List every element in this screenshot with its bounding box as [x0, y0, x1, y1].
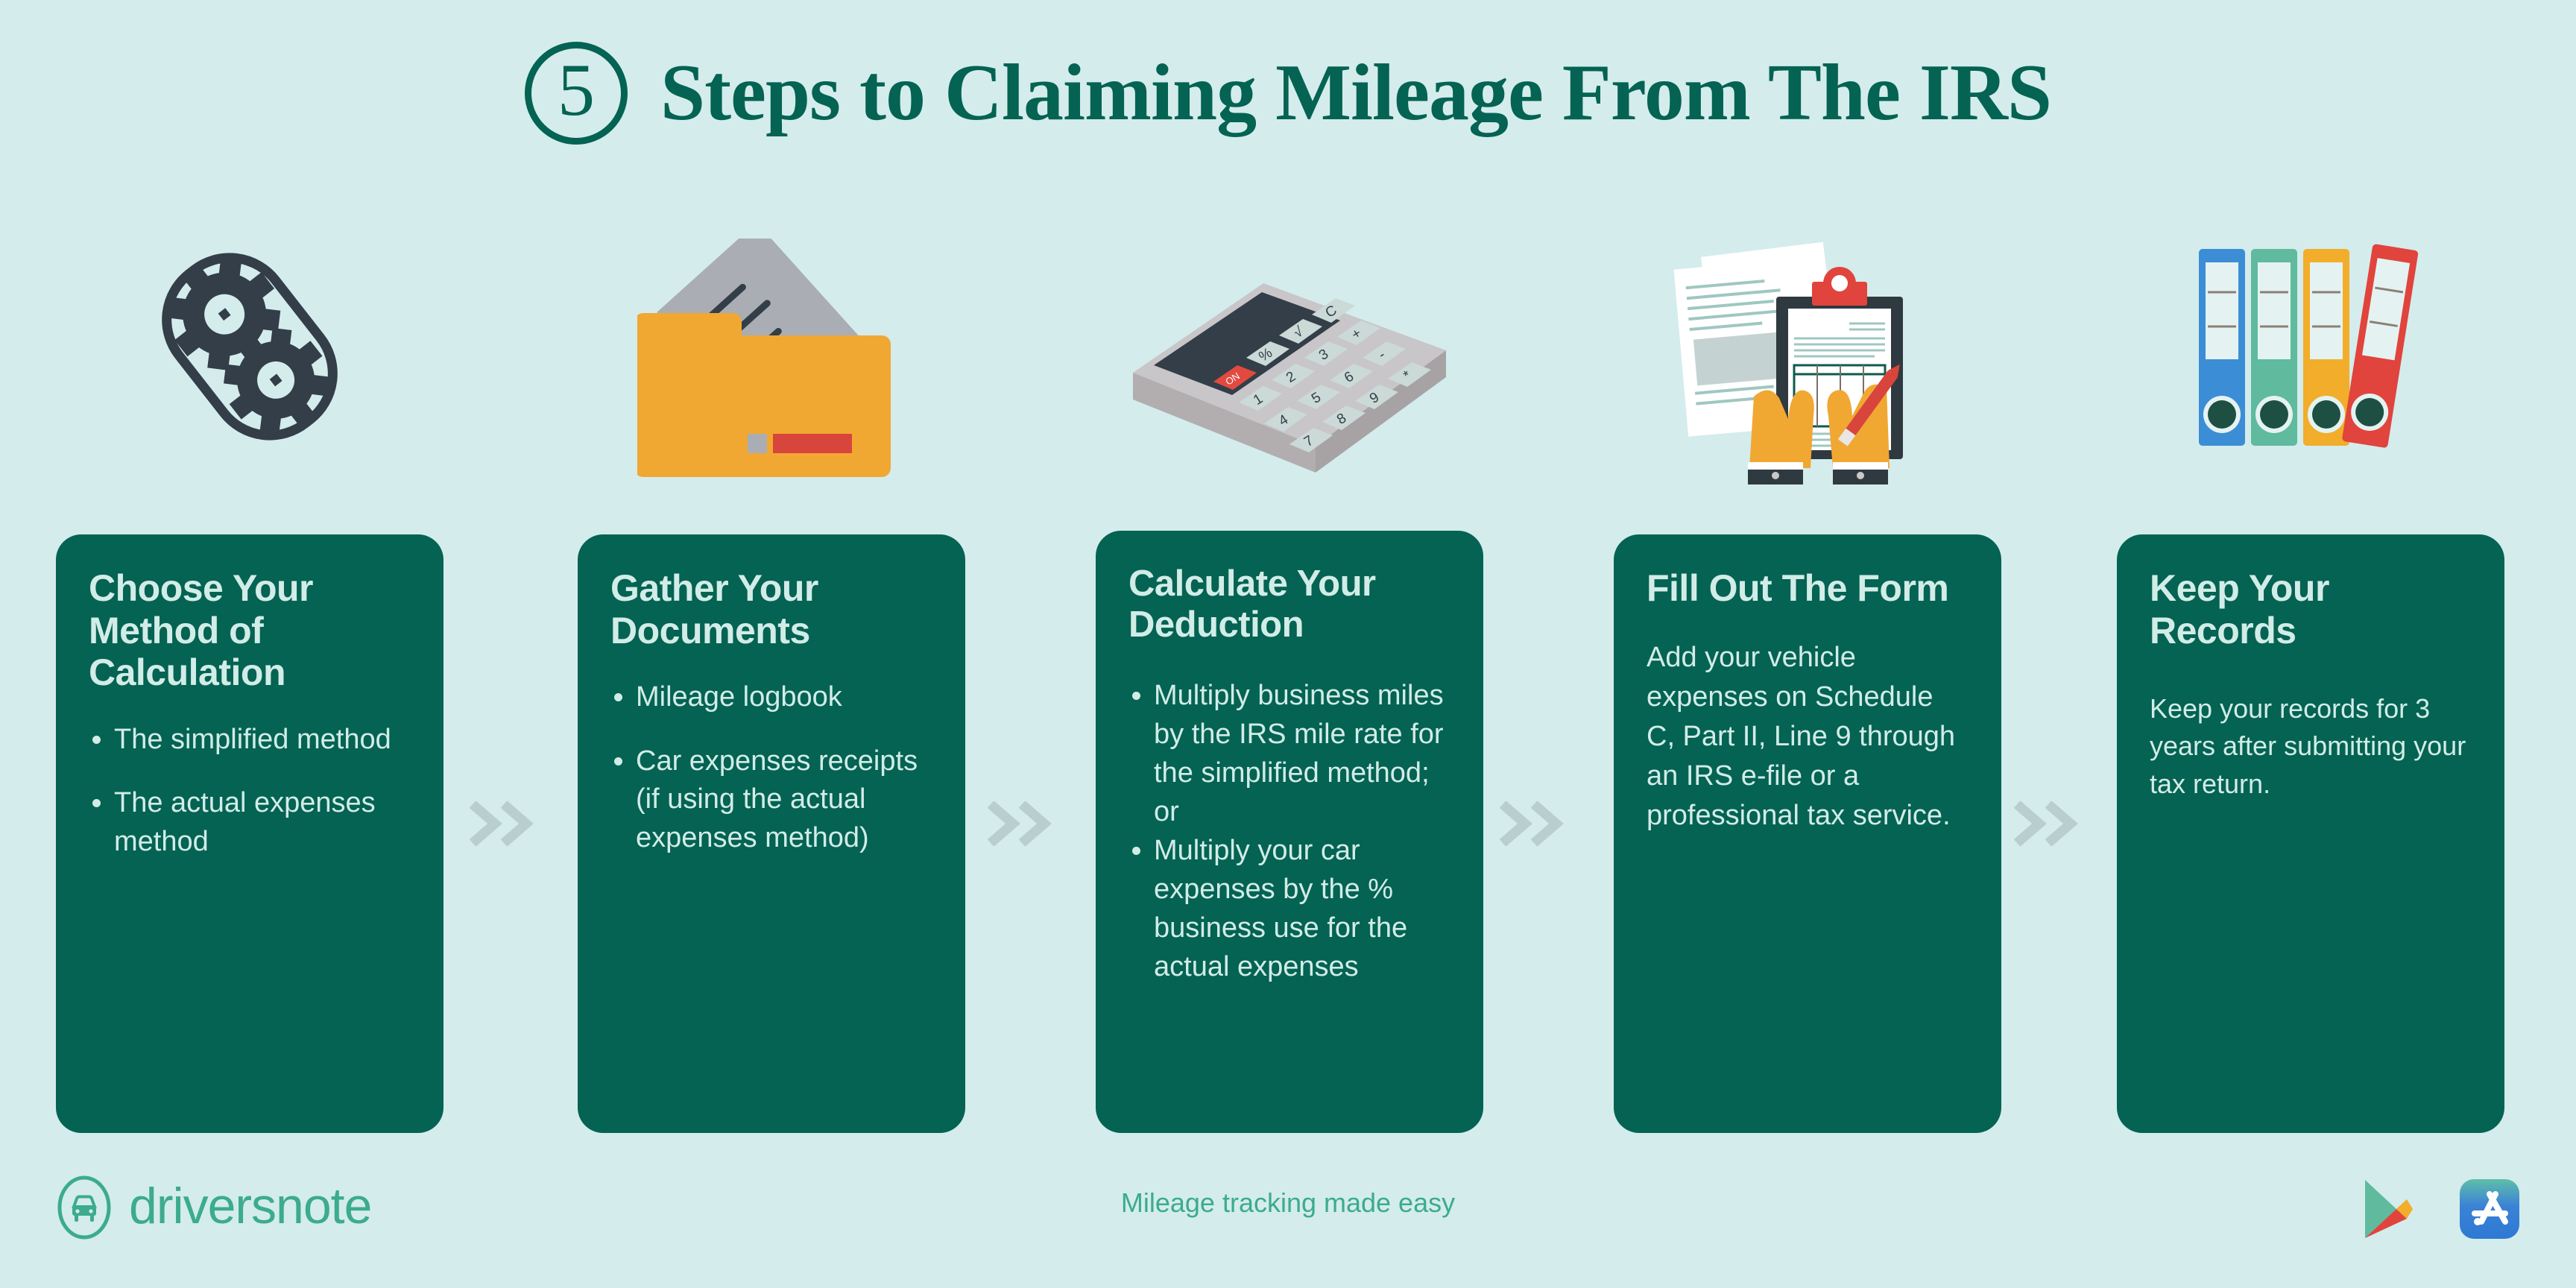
step-card-3: Calculate Your Deduction Multiply busine… [1096, 531, 1483, 1133]
list-item: Car expenses receipts (if using the actu… [636, 742, 932, 858]
binder-red [2342, 244, 2419, 448]
google-play-badge[interactable] [2358, 1177, 2414, 1241]
step-count-badge: 5 [525, 42, 628, 145]
step-title-5: Keep Your Records [2150, 567, 2329, 651]
separator-chevron-2 [987, 801, 1055, 847]
binders-icon [2199, 244, 2419, 448]
double-chevron-right-icon [2013, 801, 2078, 847]
list-item: Multiply your car expenses by the % busi… [1154, 831, 1450, 986]
list-item: The simplified method [114, 721, 411, 760]
step-title-2: Gather Your Documents [610, 567, 818, 651]
binder-blue [2199, 249, 2245, 446]
app-store-badge[interactable] [2459, 1178, 2520, 1240]
page-header: 5 Steps to Claiming Mileage From The IRS [0, 37, 2576, 149]
gears-icon [162, 253, 338, 441]
double-chevron-right-icon [987, 801, 1052, 847]
illustration-gears [56, 224, 443, 499]
step-bullets-2: Mileage logbook Car expenses receipts (i… [610, 678, 932, 858]
separator-chevron-1 [469, 801, 537, 847]
app-store-badges [2358, 1177, 2520, 1241]
step-bullets-3: Multiply business miles by the IRS mile … [1128, 676, 1450, 986]
binder-green [2251, 249, 2297, 446]
list-item: Mileage logbook [636, 678, 932, 717]
illustration-folder [578, 224, 965, 499]
step-title-1: Choose Your Method of Calculation [89, 567, 314, 693]
step-body-5: Keep your records for 3 years after subm… [2150, 693, 2466, 799]
step-body-4: Add your vehicle expenses on Schedule C,… [1647, 641, 1956, 832]
folder-documents-icon [637, 239, 891, 477]
page-footer: driversnote Mileage tracking made easy [0, 1174, 2576, 1278]
binder-yellow [2303, 249, 2349, 446]
list-item: Multiply business miles by the IRS mile … [1154, 676, 1450, 831]
step-card-4: Fill Out The Form Add your vehicle expen… [1614, 534, 2001, 1133]
double-chevron-right-icon [469, 801, 534, 847]
infographic-canvas: 5 Steps to Claiming Mileage From The IRS [0, 0, 2576, 1288]
calculator-icon: ON % √ C 1 2 3 + 4 5 6 - 7 8 9 * [1133, 283, 1446, 473]
step-card-1: Choose Your Method of Calculation The si… [56, 534, 443, 1133]
illustration-clipboard [1614, 224, 2001, 499]
step-bullets-1: The simplified method The actual expense… [89, 721, 411, 862]
list-item: The actual expenses method [114, 784, 411, 861]
step-count-number: 5 [558, 48, 595, 131]
step-card-2: Gather Your Documents Mileage logbook Ca… [578, 534, 965, 1133]
clipboard-form-icon [1673, 242, 1903, 484]
page-title: Steps to Claiming Mileage From The IRS [660, 48, 2052, 137]
illustration-binders [2117, 224, 2504, 499]
separator-chevron-3 [1499, 801, 1567, 847]
step-title-4: Fill Out The Form [1647, 567, 1949, 609]
illustration-calculator: ON % √ C 1 2 3 + 4 5 6 - 7 8 9 * [1096, 224, 1483, 499]
double-chevron-right-icon [1499, 801, 1564, 847]
separator-chevron-4 [2013, 801, 2081, 847]
step-card-5: Keep Your Records Keep your records for … [2117, 534, 2504, 1133]
step-title-3: Calculate Your Deduction [1128, 564, 1376, 645]
footer-tagline: Mileage tracking made easy [1120, 1187, 1456, 1218]
